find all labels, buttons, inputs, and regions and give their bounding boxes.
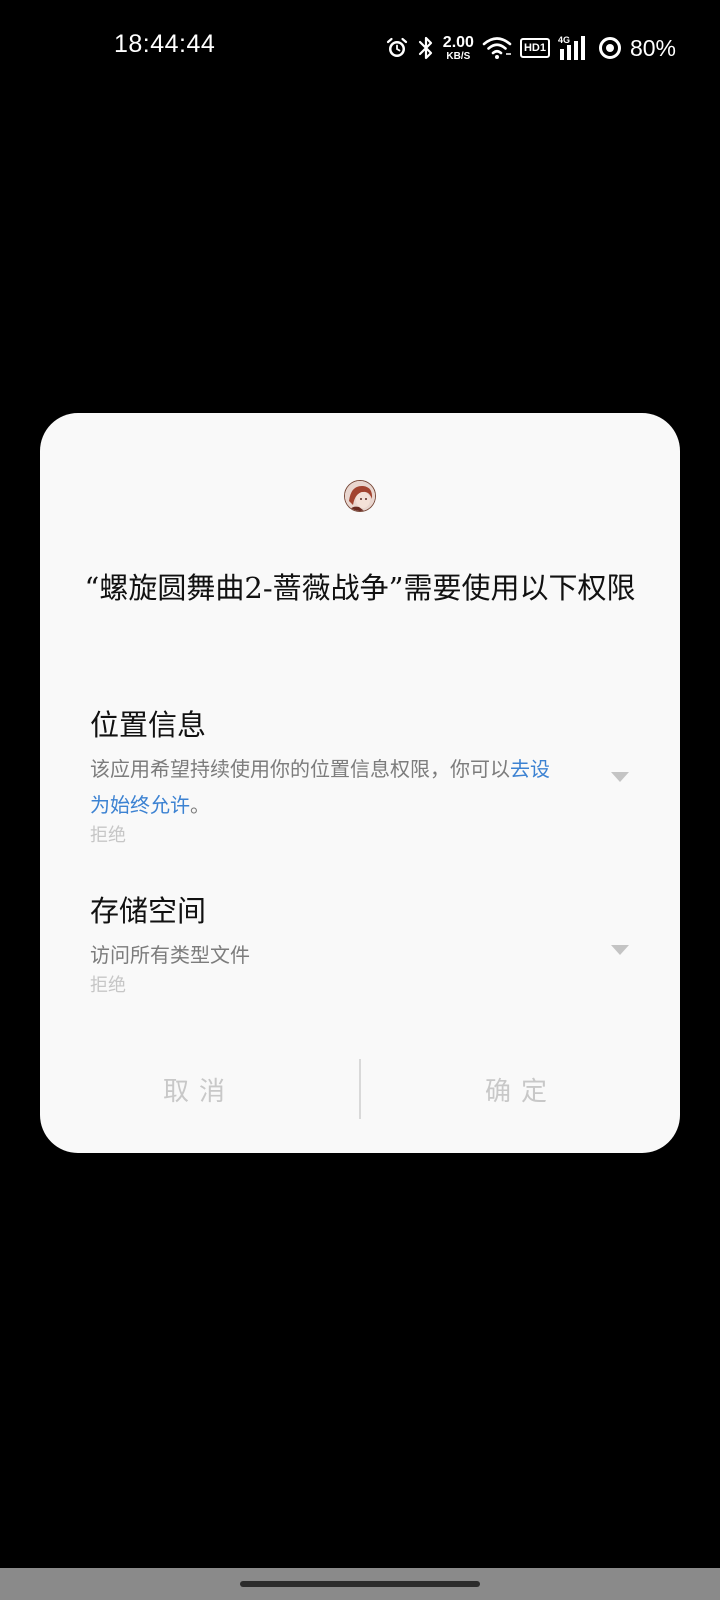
- screen: 18:44:44 2.00 KB/S HD1 4G 80% “螺旋圆舞曲2-蔷薇…: [0, 0, 720, 1600]
- clock: 18:44:44: [114, 30, 216, 58]
- permission-description: 该应用希望持续使用你的位置信息权限，你可以去设为始终允许。: [90, 751, 550, 823]
- permission-dialog: “螺旋圆舞曲2-蔷薇战争”需要使用以下权限 位置信息 该应用希望持续使用你的位置…: [40, 413, 680, 1153]
- permission-description: 访问所有类型文件: [90, 943, 250, 967]
- status-bar: 18:44:44 2.00 KB/S HD1 4G 80%: [0, 0, 720, 96]
- permission-status: 拒绝: [90, 825, 126, 846]
- svg-text:4G: 4G: [558, 35, 570, 45]
- battery-percent: 80%: [629, 34, 676, 61]
- dialog-title: “螺旋圆舞曲2-蔷薇战争”需要使用以下权限: [84, 571, 636, 605]
- permission-title: 存储空间: [90, 894, 207, 928]
- chevron-down-icon[interactable]: [610, 771, 630, 783]
- permission-item-storage[interactable]: 存储空间 访问所有类型文件 拒绝: [90, 891, 630, 999]
- signal-icon: 4G: [558, 35, 585, 60]
- permission-status: 拒绝: [90, 975, 126, 996]
- hd-volte-icon: HD1: [519, 38, 550, 58]
- alarm-icon: [386, 37, 407, 57]
- net-speed-unit: KB/S: [446, 50, 471, 62]
- cancel-button[interactable]: 取消: [40, 1057, 358, 1121]
- permission-title: 位置信息: [90, 708, 207, 742]
- bluetooth-icon: [418, 36, 432, 60]
- net-speed-value: 2.00: [442, 33, 474, 51]
- permission-item-location[interactable]: 位置信息 该应用希望持续使用你的位置信息权限，你可以去设为始终允许。 拒绝: [90, 705, 630, 849]
- status-icons: 2.00 KB/S HD1 4G 80%: [385, 30, 676, 66]
- battery-ring-icon: [598, 37, 621, 59]
- button-divider: [359, 1059, 361, 1119]
- app-avatar-icon: [344, 480, 376, 512]
- network-speed: 2.00 KB/S: [442, 33, 474, 62]
- dialog-buttons: 取消 确定: [40, 1057, 680, 1121]
- permission-desc-suffix: 。: [190, 793, 210, 817]
- chevron-down-icon[interactable]: [610, 944, 630, 956]
- wifi-icon: [482, 37, 512, 59]
- permission-desc-text: 该应用希望持续使用你的位置信息权限，你可以: [90, 757, 510, 781]
- confirm-button[interactable]: 确定: [362, 1057, 680, 1121]
- home-gesture-handle[interactable]: [240, 1581, 480, 1587]
- navigation-bar: [0, 1568, 720, 1600]
